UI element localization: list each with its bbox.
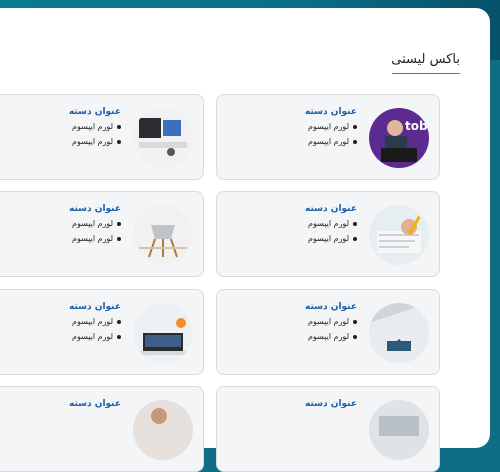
- section-title-wrap: باکس لیستی: [391, 52, 460, 74]
- svg-text:tob: tob: [405, 119, 428, 133]
- list-item: لورم ایپسوم: [71, 137, 113, 146]
- envelope-thumbnail: [369, 303, 429, 363]
- card-title: عنوان دسته: [69, 302, 121, 312]
- category-card[interactable]: عنوان دسته لورم ایپسوم لورم ایپسوم: [216, 289, 440, 375]
- category-card[interactable]: عنوان دسته لورم ایپسوم لورم ایپسوم: [0, 289, 204, 375]
- card-title: عنوان دسته: [305, 399, 357, 409]
- laptop-thumbnail: [133, 303, 193, 363]
- bullet-icon: [117, 139, 121, 144]
- bullet-icon: [353, 236, 357, 241]
- category-card[interactable]: عنوان دسته لورم ایپسوم لورم ایپسوم: [0, 94, 204, 180]
- card-title: عنوان دسته: [305, 204, 357, 214]
- list-item: لورم ایپسوم: [307, 137, 349, 146]
- list-item: لورم ایپسوم: [71, 332, 113, 341]
- list-item: لورم ایپسوم: [71, 234, 113, 243]
- bullet-icon: [353, 334, 357, 339]
- list-item: لورم ایپسوم: [71, 122, 113, 131]
- partial-thumbnail: [369, 400, 429, 460]
- list-item: لورم ایپسوم: [71, 317, 113, 326]
- category-card[interactable]: tob عنوان دسته لورم ایپسوم لورم ایپسوم: [216, 94, 440, 180]
- card-title: عنوان دسته: [305, 107, 357, 117]
- category-card[interactable]: عنوان دسته لورم ایپسوم لورم ایپسوم: [0, 191, 204, 277]
- list-item: لورم ایپسوم: [307, 317, 349, 326]
- section-title: باکس لیستی: [391, 52, 460, 67]
- list-item: لورم ایپسوم: [307, 234, 349, 243]
- partial-thumbnail: [133, 400, 193, 460]
- card-title: عنوان دسته: [69, 204, 121, 214]
- card-title: عنوان دسته: [69, 107, 121, 117]
- desk-thumbnail: [133, 108, 193, 168]
- writing-thumbnail: [369, 205, 429, 265]
- list-item: لورم ایپسوم: [307, 219, 349, 228]
- list-item: لورم ایپسوم: [307, 122, 349, 131]
- list-item: لورم ایپسوم: [307, 332, 349, 341]
- bullet-icon: [353, 319, 357, 324]
- category-card[interactable]: عنوان دسته لورم ایپسوم لورم ایپسوم: [216, 191, 440, 277]
- category-card[interactable]: عنوان دسته: [216, 386, 440, 472]
- bullet-icon: [353, 221, 357, 226]
- bullet-icon: [353, 124, 357, 129]
- card-title: عنوان دسته: [305, 302, 357, 312]
- bullet-icon: [117, 124, 121, 129]
- bullet-icon: [117, 334, 121, 339]
- bullet-icon: [117, 221, 121, 226]
- category-card[interactable]: عنوان دسته: [0, 386, 204, 472]
- bullet-icon: [117, 236, 121, 241]
- list-item: لورم ایپسوم: [71, 219, 113, 228]
- bullet-icon: [353, 139, 357, 144]
- section-title-underline: [392, 73, 460, 74]
- card-title: عنوان دسته: [69, 399, 121, 409]
- bullet-icon: [117, 319, 121, 324]
- person-thumbnail: tob: [369, 108, 429, 168]
- chair-thumbnail: [133, 205, 193, 265]
